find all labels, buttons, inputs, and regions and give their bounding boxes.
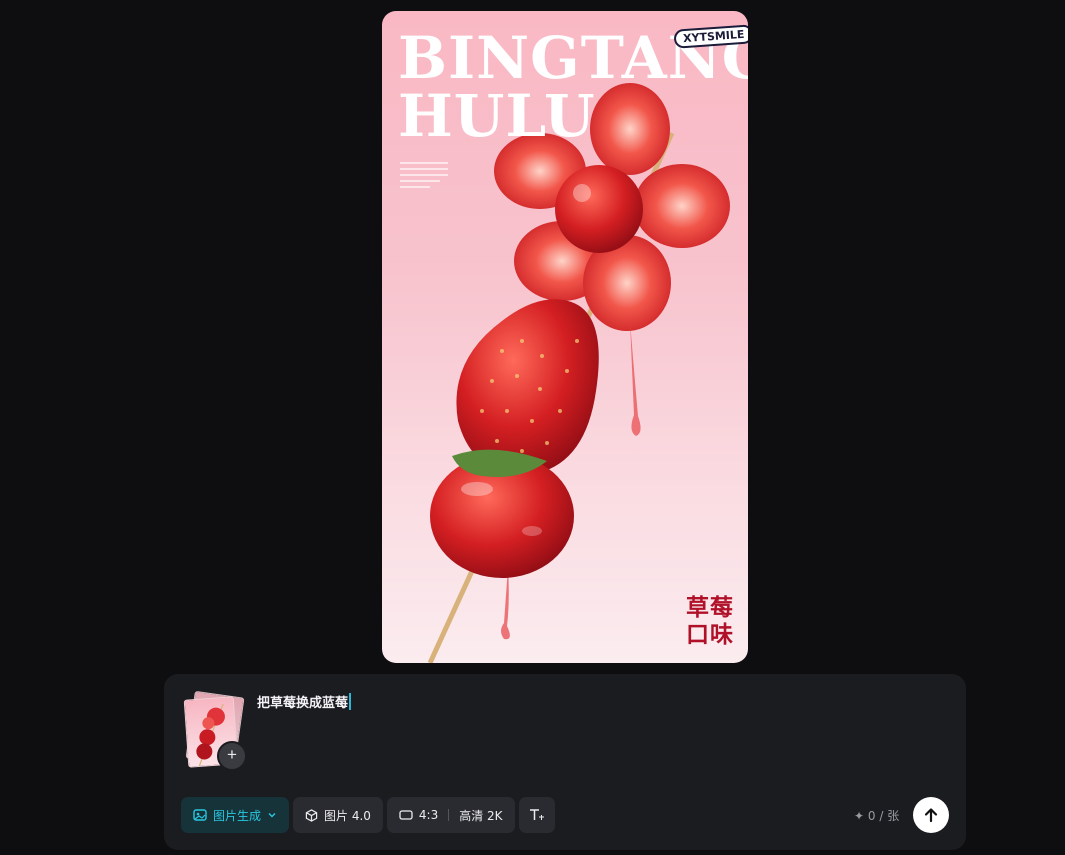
ratio-label: 4:3 xyxy=(418,808,439,822)
prompt-composer: + 把草莓换成蓝莓 图片生成 图片 4.0 4:3 高清 2K ✦ 0 / 张 xyxy=(164,674,966,850)
prompt-text: 把草莓换成蓝莓 xyxy=(257,696,349,711)
credit-counter: ✦ 0 / 张 xyxy=(854,807,899,824)
model-label: 图片 4.0 xyxy=(324,808,371,823)
text-style-button[interactable] xyxy=(518,797,555,833)
image-icon xyxy=(193,809,207,821)
model-selector[interactable]: 图片 4.0 xyxy=(293,797,383,833)
mode-selector[interactable]: 图片生成 xyxy=(181,797,290,833)
chevron-down-icon xyxy=(268,813,276,818)
credit-count: 0 / 张 xyxy=(867,809,900,823)
add-image-button[interactable]: + xyxy=(217,741,247,771)
generated-image-preview[interactable]: BINGTANG HULU XYTSMILE 草莓 口味 xyxy=(382,11,748,663)
quality-label: 高清 2K xyxy=(459,808,503,823)
text-format-icon xyxy=(529,809,544,820)
composer-toolbar: 图片生成 图片 4.0 4:3 高清 2K xyxy=(181,797,555,833)
mode-label: 图片生成 xyxy=(213,808,262,823)
aspect-ratio-icon xyxy=(399,810,413,820)
text-caret xyxy=(349,693,352,710)
reference-image-stack[interactable]: + xyxy=(183,690,248,771)
send-button[interactable] xyxy=(913,797,949,833)
flavor-label: 草莓 口味 xyxy=(686,595,734,648)
ratio-quality-selector[interactable]: 4:3 高清 2K xyxy=(386,797,515,833)
sparkle-icon: ✦ xyxy=(854,809,865,823)
prompt-input[interactable]: 把草莓换成蓝莓 xyxy=(257,692,352,711)
divider xyxy=(448,809,450,821)
cube-icon xyxy=(305,808,318,822)
arrow-up-icon xyxy=(924,808,938,823)
